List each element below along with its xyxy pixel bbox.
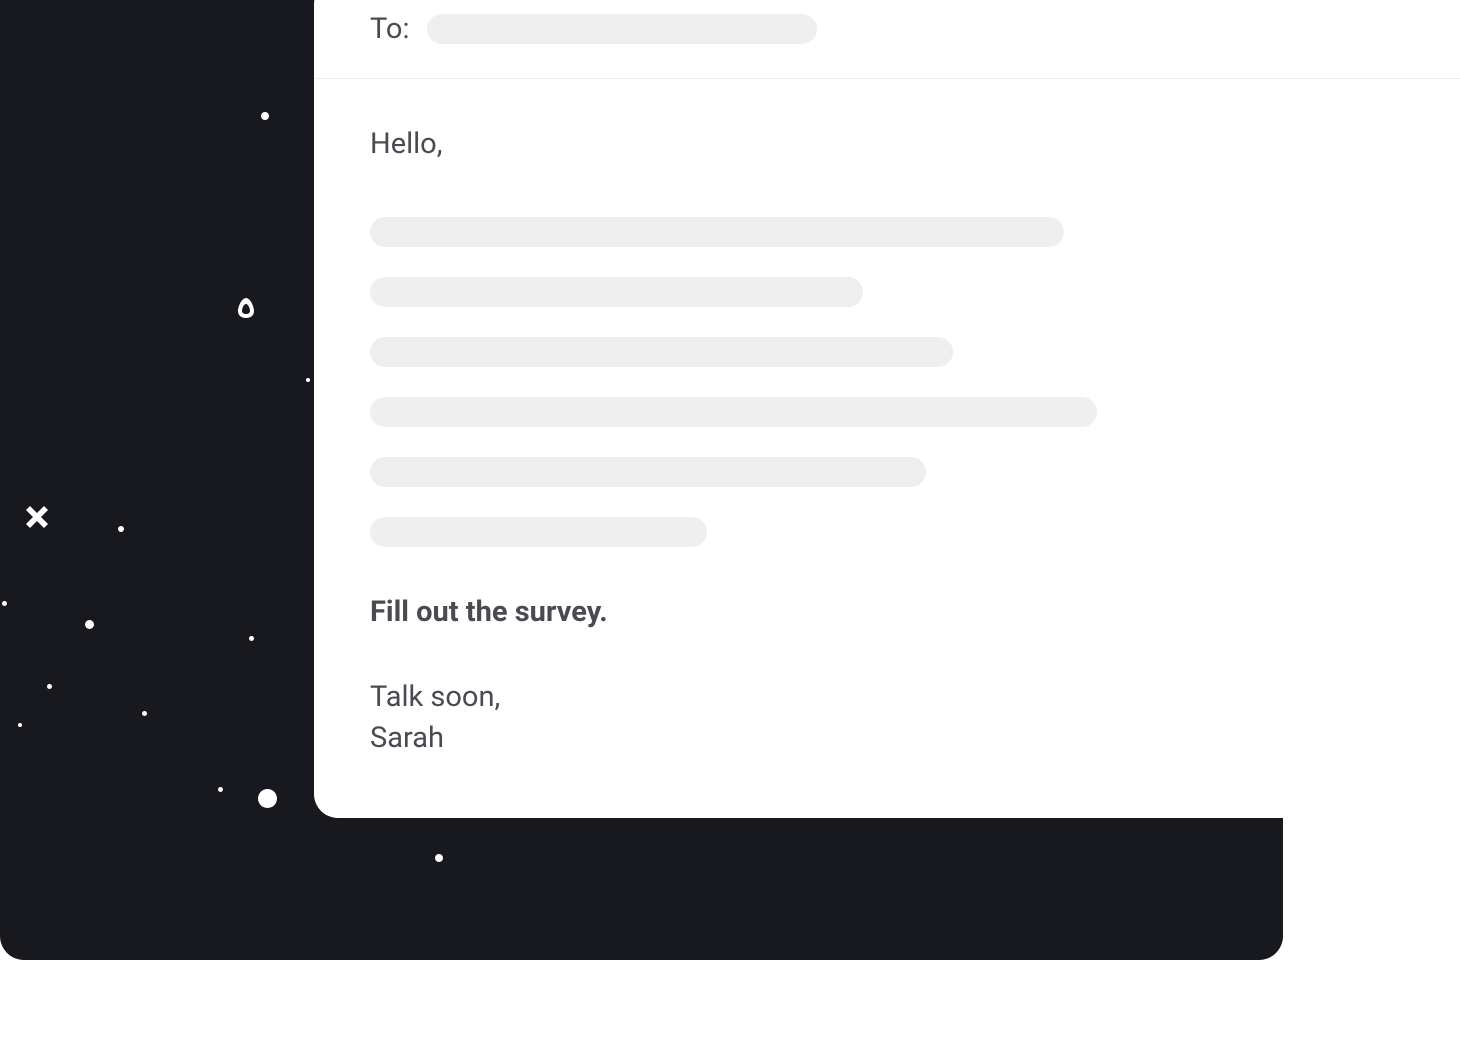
signoff-text: Talk soon, xyxy=(370,677,1404,718)
placeholder-line xyxy=(370,217,1064,247)
sender-name: Sarah xyxy=(370,718,1404,759)
email-header: To: xyxy=(314,0,1460,79)
star-decoration xyxy=(306,378,310,382)
star-decoration xyxy=(85,620,94,629)
shape-decoration xyxy=(234,296,258,320)
email-body: Hello, Fill out the survey. Talk soon, S… xyxy=(314,79,1460,806)
star-decoration xyxy=(18,723,22,727)
placeholder-line xyxy=(370,517,707,547)
survey-link[interactable]: Fill out the survey. xyxy=(370,595,608,629)
star-decoration xyxy=(258,789,277,808)
star-decoration xyxy=(142,711,147,716)
survey-link-text: Fill out the survey. xyxy=(370,595,608,629)
star-decoration xyxy=(47,684,52,689)
placeholder-line xyxy=(370,397,1097,427)
star-decoration xyxy=(218,787,223,792)
placeholder-line xyxy=(370,277,863,307)
placeholder-line xyxy=(370,457,926,487)
star-decoration xyxy=(249,636,254,641)
placeholder-line xyxy=(370,337,953,367)
cross-decoration xyxy=(26,506,48,532)
email-content-placeholder xyxy=(370,217,1404,547)
star-decoration xyxy=(118,526,124,532)
email-greeting: Hello, xyxy=(370,127,1404,161)
star-decoration xyxy=(435,854,443,862)
email-signature: Talk soon, Sarah xyxy=(370,677,1404,758)
star-decoration xyxy=(261,112,269,120)
star-decoration xyxy=(2,601,7,606)
to-recipient-field[interactable] xyxy=(427,14,817,44)
to-label: To: xyxy=(370,12,409,46)
email-compose-card: To: Hello, Fill out the survey. Talk soo… xyxy=(314,0,1460,818)
